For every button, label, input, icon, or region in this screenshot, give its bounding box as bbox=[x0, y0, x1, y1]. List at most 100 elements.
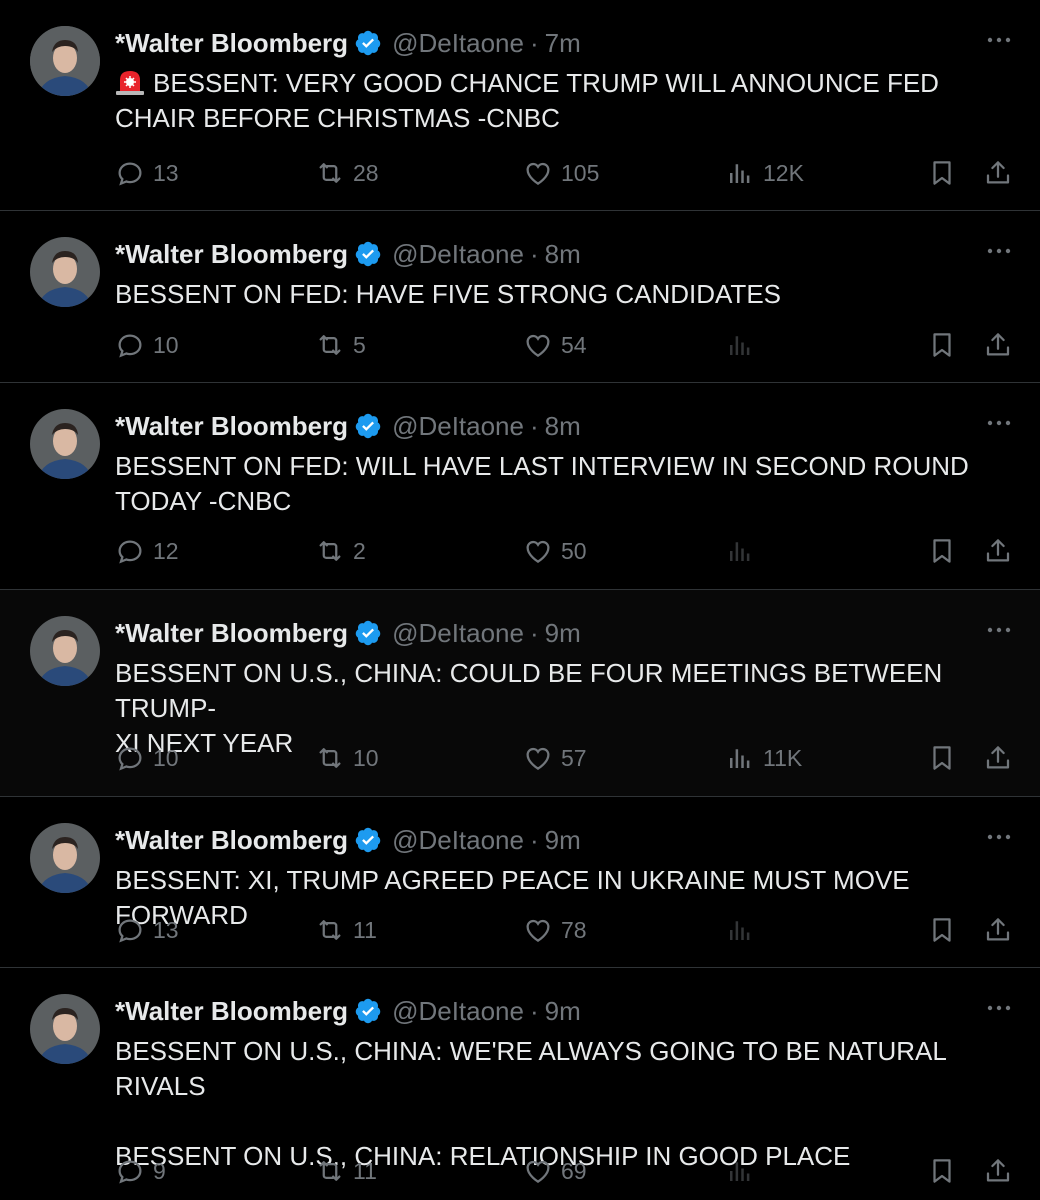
bookmark-icon bbox=[933, 333, 951, 357]
retweet-button[interactable]: 5 bbox=[315, 327, 366, 363]
views-button[interactable] bbox=[725, 533, 763, 569]
avatar[interactable] bbox=[30, 26, 100, 96]
verified-badge-icon bbox=[354, 619, 382, 647]
tweet-actions: 10 5 54 bbox=[115, 327, 1015, 363]
reply-button[interactable]: 13 bbox=[115, 912, 179, 948]
reply-count: 10 bbox=[153, 744, 179, 771]
share-button[interactable] bbox=[983, 912, 1021, 948]
tweet-feed: *Walter Bloomberg @DeItaone · 7m BESSENT… bbox=[0, 0, 1040, 1200]
tweet-text: BESSENT: VERY GOOD CHANCE TRUMP WILL ANN… bbox=[115, 68, 947, 133]
bookmark-button[interactable] bbox=[927, 327, 965, 363]
views-button[interactable] bbox=[725, 912, 763, 948]
tweet[interactable]: *Walter Bloomberg @DeItaone · 9m BESSENT… bbox=[0, 797, 1040, 968]
reply-button[interactable]: 9 bbox=[115, 1153, 166, 1189]
views-button[interactable]: 11K bbox=[725, 740, 802, 776]
author-name[interactable]: *Walter Bloomberg bbox=[115, 28, 348, 59]
bookmark-button[interactable] bbox=[927, 155, 965, 191]
author-handle[interactable]: @DeItaone bbox=[392, 996, 524, 1027]
share-button[interactable] bbox=[983, 533, 1021, 569]
avatar[interactable] bbox=[30, 237, 100, 307]
verified-badge-icon bbox=[354, 826, 382, 854]
retweet-count: 11 bbox=[353, 1157, 377, 1184]
retweet-button[interactable]: 10 bbox=[315, 740, 379, 776]
timestamp[interactable]: 8m bbox=[545, 239, 581, 270]
views-button[interactable]: 12K bbox=[725, 155, 804, 191]
like-icon bbox=[526, 162, 550, 185]
author-handle[interactable]: @DeItaone bbox=[392, 411, 524, 442]
author-name[interactable]: *Walter Bloomberg bbox=[115, 996, 348, 1027]
bookmark-button[interactable] bbox=[927, 1153, 965, 1189]
timestamp[interactable]: 9m bbox=[545, 618, 581, 649]
bookmark-button[interactable] bbox=[927, 740, 965, 776]
like-button[interactable]: 57 bbox=[523, 740, 587, 776]
views-count: 12K bbox=[763, 159, 804, 186]
separator-dot: · bbox=[529, 27, 539, 58]
tweet-actions: 12 2 50 bbox=[115, 533, 1015, 569]
avatar[interactable] bbox=[30, 823, 100, 893]
views-button[interactable] bbox=[725, 1153, 763, 1189]
timestamp[interactable]: 9m bbox=[545, 996, 581, 1027]
tweet[interactable]: *Walter Bloomberg @DeItaone · 7m BESSENT… bbox=[0, 0, 1040, 211]
avatar[interactable] bbox=[30, 994, 100, 1064]
more-icon[interactable] bbox=[984, 411, 1014, 435]
tweet[interactable]: *Walter Bloomberg @DeItaone · 9m BESSENT… bbox=[0, 968, 1040, 1200]
bookmark-button[interactable] bbox=[927, 533, 965, 569]
bookmark-button[interactable] bbox=[927, 912, 965, 948]
reply-button[interactable]: 10 bbox=[115, 740, 179, 776]
like-button[interactable]: 69 bbox=[523, 1153, 587, 1189]
author-handle[interactable]: @DeItaone bbox=[392, 239, 524, 270]
author-name[interactable]: *Walter Bloomberg bbox=[115, 825, 348, 856]
tweet[interactable]: *Walter Bloomberg @DeItaone · 8m BESSENT… bbox=[0, 383, 1040, 590]
like-icon bbox=[526, 747, 550, 770]
views-icon bbox=[730, 921, 750, 940]
tweet-actions: 13 11 78 bbox=[115, 912, 1015, 948]
like-button[interactable]: 50 bbox=[523, 533, 587, 569]
author-handle[interactable]: @DeItaone bbox=[392, 618, 524, 649]
share-button[interactable] bbox=[983, 1153, 1021, 1189]
author-handle[interactable]: @DeItaone bbox=[392, 825, 524, 856]
avatar[interactable] bbox=[30, 409, 100, 479]
views-count: 11K bbox=[763, 744, 803, 771]
more-icon[interactable] bbox=[984, 996, 1014, 1020]
siren-emoji-icon bbox=[115, 66, 145, 96]
share-button[interactable] bbox=[983, 327, 1021, 363]
retweet-icon bbox=[319, 748, 341, 768]
author-name[interactable]: *Walter Bloomberg bbox=[115, 618, 348, 649]
like-icon bbox=[526, 919, 550, 942]
retweet-button[interactable]: 28 bbox=[315, 155, 379, 191]
reply-button[interactable]: 12 bbox=[115, 533, 179, 569]
share-icon bbox=[986, 161, 1010, 184]
retweet-button[interactable]: 11 bbox=[315, 912, 377, 948]
retweet-button[interactable]: 11 bbox=[315, 1153, 377, 1189]
timestamp[interactable]: 8m bbox=[545, 411, 581, 442]
share-icon bbox=[986, 539, 1010, 562]
more-icon[interactable] bbox=[984, 825, 1014, 849]
like-count: 54 bbox=[561, 331, 587, 358]
author-name[interactable]: *Walter Bloomberg bbox=[115, 239, 348, 270]
tweet[interactable]: *Walter Bloomberg @DeItaone · 8m BESSENT… bbox=[0, 211, 1040, 383]
share-button[interactable] bbox=[983, 740, 1021, 776]
share-button[interactable] bbox=[983, 155, 1021, 191]
bookmark-icon bbox=[933, 161, 951, 185]
views-button[interactable] bbox=[725, 327, 763, 363]
reply-button[interactable]: 10 bbox=[115, 327, 179, 363]
retweet-button[interactable]: 2 bbox=[315, 533, 366, 569]
retweet-count: 10 bbox=[353, 744, 379, 771]
reply-button[interactable]: 13 bbox=[115, 155, 179, 191]
avatar[interactable] bbox=[30, 616, 100, 686]
like-button[interactable]: 105 bbox=[523, 155, 599, 191]
tweet[interactable]: *Walter Bloomberg @DeItaone · 9m BESSENT… bbox=[0, 590, 1040, 797]
more-icon[interactable] bbox=[984, 618, 1014, 642]
verified-badge-icon bbox=[354, 997, 382, 1025]
author-name[interactable]: *Walter Bloomberg bbox=[115, 411, 348, 442]
timestamp[interactable]: 7m bbox=[545, 28, 581, 59]
timestamp[interactable]: 9m bbox=[545, 825, 581, 856]
retweet-icon bbox=[319, 335, 341, 355]
more-icon[interactable] bbox=[984, 239, 1014, 263]
like-button[interactable]: 54 bbox=[523, 327, 587, 363]
retweet-icon bbox=[319, 920, 341, 940]
more-icon[interactable] bbox=[984, 28, 1014, 52]
separator-dot: · bbox=[529, 824, 539, 855]
author-handle[interactable]: @DeItaone bbox=[392, 28, 524, 59]
like-button[interactable]: 78 bbox=[523, 912, 587, 948]
